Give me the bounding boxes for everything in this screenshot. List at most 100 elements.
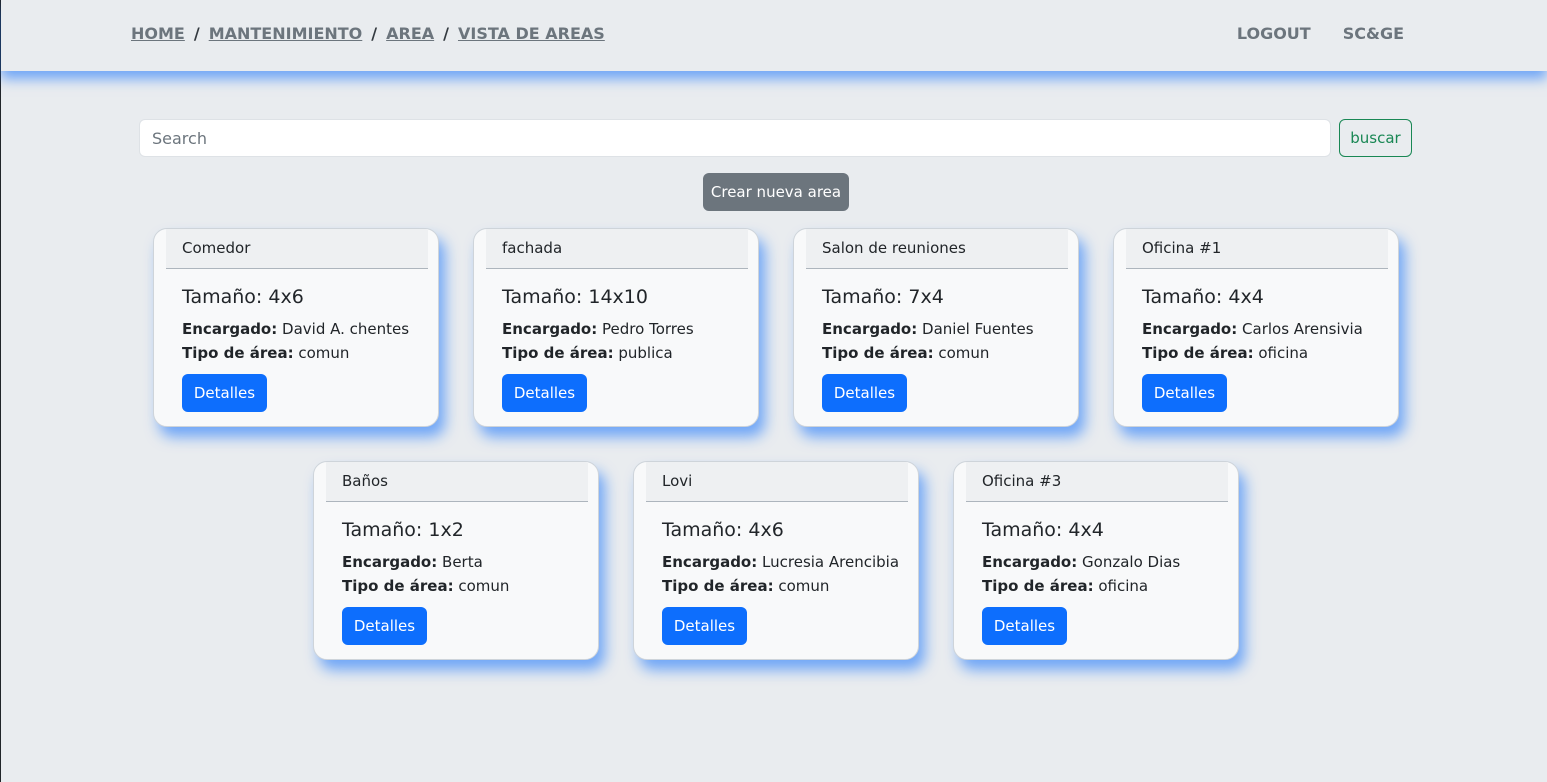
area-size: Tamaño: 4x6 (662, 519, 784, 541)
area-size: Tamaño: 4x4 (1142, 286, 1264, 308)
breadcrumb-separator: / (443, 24, 449, 43)
manager-label: Encargado: (342, 553, 438, 571)
manager-value: Daniel Fuentes (922, 320, 1034, 338)
search-button[interactable]: buscar (1339, 119, 1412, 157)
area-type-line: Tipo de área: comun (662, 577, 829, 595)
area-size: Tamaño: 14x10 (502, 286, 648, 308)
area-card-title: Oficina #3 (966, 462, 1228, 502)
details-button[interactable]: Detalles (1142, 374, 1227, 412)
area-type-label: Tipo de área: (182, 344, 294, 362)
size-value: 4x6 (268, 286, 304, 308)
area-type-line: Tipo de área: comun (182, 344, 349, 362)
area-type-value: comun (778, 577, 830, 595)
area-card-title: Baños (326, 462, 588, 502)
area-type-label: Tipo de área: (1142, 344, 1254, 362)
area-card: Lovi Tamaño: 4x6 Encargado: Lucresia Are… (633, 461, 919, 660)
logout-link[interactable]: LOGOUT (1237, 24, 1311, 43)
manager-value: Carlos Arensivia (1242, 320, 1363, 338)
area-card: Comedor Tamaño: 4x6 Encargado: David A. … (153, 228, 439, 427)
top-navbar: HOME / MANTENIMIENTO / AREA / VISTA DE A… (1, 0, 1547, 71)
size-value: 1x2 (428, 519, 464, 541)
manager-line: Encargado: Berta (342, 553, 483, 571)
manager-line: Encargado: Daniel Fuentes (822, 320, 1034, 338)
manager-line: Encargado: Gonzalo Dias (982, 553, 1180, 571)
nav-right: LOGOUT SC&GE (1237, 24, 1404, 43)
area-card-title: Oficina #1 (1126, 229, 1388, 269)
size-label: Tamaño: (662, 519, 749, 541)
area-card: fachada Tamaño: 14x10 Encargado: Pedro T… (473, 228, 759, 427)
area-card-title: Lovi (646, 462, 908, 502)
breadcrumb-mantenimiento-link[interactable]: MANTENIMIENTO (209, 24, 363, 43)
area-type-label: Tipo de área: (982, 577, 1094, 595)
area-card: Salon de reuniones Tamaño: 7x4 Encargado… (793, 228, 1079, 427)
area-type-value: comun (458, 577, 510, 595)
breadcrumb-separator: / (371, 24, 378, 43)
create-area-button[interactable]: Crear nueva area (703, 173, 849, 211)
area-card-title: Comedor (166, 229, 428, 269)
area-card: Oficina #3 Tamaño: 4x4 Encargado: Gonzal… (953, 461, 1239, 660)
area-card: Oficina #1 Tamaño: 4x4 Encargado: Carlos… (1113, 228, 1399, 427)
size-value: 7x4 (908, 286, 944, 308)
area-type-line: Tipo de área: oficina (1142, 344, 1308, 362)
details-button[interactable]: Detalles (982, 607, 1067, 645)
manager-line: Encargado: Pedro Torres (502, 320, 694, 338)
manager-label: Encargado: (1142, 320, 1238, 338)
breadcrumb-home-link[interactable]: HOME (131, 24, 185, 43)
area-card: Baños Tamaño: 1x2 Encargado: Berta Tipo … (313, 461, 599, 660)
size-label: Tamaño: (502, 286, 589, 308)
manager-value: Gonzalo Dias (1082, 553, 1181, 571)
area-type-line: Tipo de área: comun (822, 344, 989, 362)
manager-label: Encargado: (502, 320, 598, 338)
area-type-line: Tipo de área: comun (342, 577, 509, 595)
area-type-value: comun (938, 344, 990, 362)
area-size: Tamaño: 4x6 (182, 286, 304, 308)
details-button[interactable]: Detalles (822, 374, 907, 412)
manager-value: Pedro Torres (602, 320, 694, 338)
size-value: 4x4 (1068, 519, 1104, 541)
area-size: Tamaño: 7x4 (822, 286, 944, 308)
area-size: Tamaño: 1x2 (342, 519, 464, 541)
details-button[interactable]: Detalles (662, 607, 747, 645)
search-input[interactable] (139, 119, 1331, 157)
details-button[interactable]: Detalles (182, 374, 267, 412)
size-label: Tamaño: (822, 286, 909, 308)
manager-line: Encargado: David A. chentes (182, 320, 409, 338)
breadcrumb-vista-areas-link[interactable]: VISTA DE AREAS (458, 24, 605, 43)
area-card-title: Salon de reuniones (806, 229, 1068, 269)
area-type-label: Tipo de área: (502, 344, 614, 362)
manager-value: Lucresia Arencibia (762, 553, 900, 571)
size-label: Tamaño: (1142, 286, 1229, 308)
manager-line: Encargado: Lucresia Arencibia (662, 553, 899, 571)
size-label: Tamaño: (182, 286, 269, 308)
area-size: Tamaño: 4x4 (982, 519, 1104, 541)
manager-value: Berta (442, 553, 483, 571)
area-type-line: Tipo de área: oficina (982, 577, 1148, 595)
manager-value: David A. chentes (282, 320, 410, 338)
size-label: Tamaño: (982, 519, 1069, 541)
area-card-title: fachada (486, 229, 748, 269)
size-label: Tamaño: (342, 519, 429, 541)
area-type-label: Tipo de área: (342, 577, 454, 595)
details-button[interactable]: Detalles (342, 607, 427, 645)
area-type-label: Tipo de área: (822, 344, 934, 362)
manager-label: Encargado: (662, 553, 758, 571)
size-value: 14x10 (588, 286, 648, 308)
manager-label: Encargado: (822, 320, 918, 338)
area-type-value: oficina (1258, 344, 1309, 362)
manager-line: Encargado: Carlos Arensivia (1142, 320, 1363, 338)
breadcrumb-separator: / (193, 24, 200, 43)
area-type-value: publica (618, 344, 673, 362)
details-button[interactable]: Detalles (502, 374, 587, 412)
area-type-line: Tipo de área: publica (502, 344, 673, 362)
breadcrumb: HOME / MANTENIMIENTO / AREA / VISTA DE A… (131, 24, 605, 43)
area-type-value: oficina (1098, 577, 1149, 595)
manager-label: Encargado: (982, 553, 1078, 571)
area-type-label: Tipo de área: (662, 577, 774, 595)
search-form: buscar (139, 119, 1412, 157)
size-value: 4x4 (1228, 286, 1264, 308)
breadcrumb-area-link[interactable]: AREA (386, 24, 434, 43)
brand-link[interactable]: SC&GE (1343, 24, 1404, 43)
area-type-value: comun (298, 344, 350, 362)
size-value: 4x6 (748, 519, 784, 541)
page: HOME / MANTENIMIENTO / AREA / VISTA DE A… (0, 0, 1547, 782)
